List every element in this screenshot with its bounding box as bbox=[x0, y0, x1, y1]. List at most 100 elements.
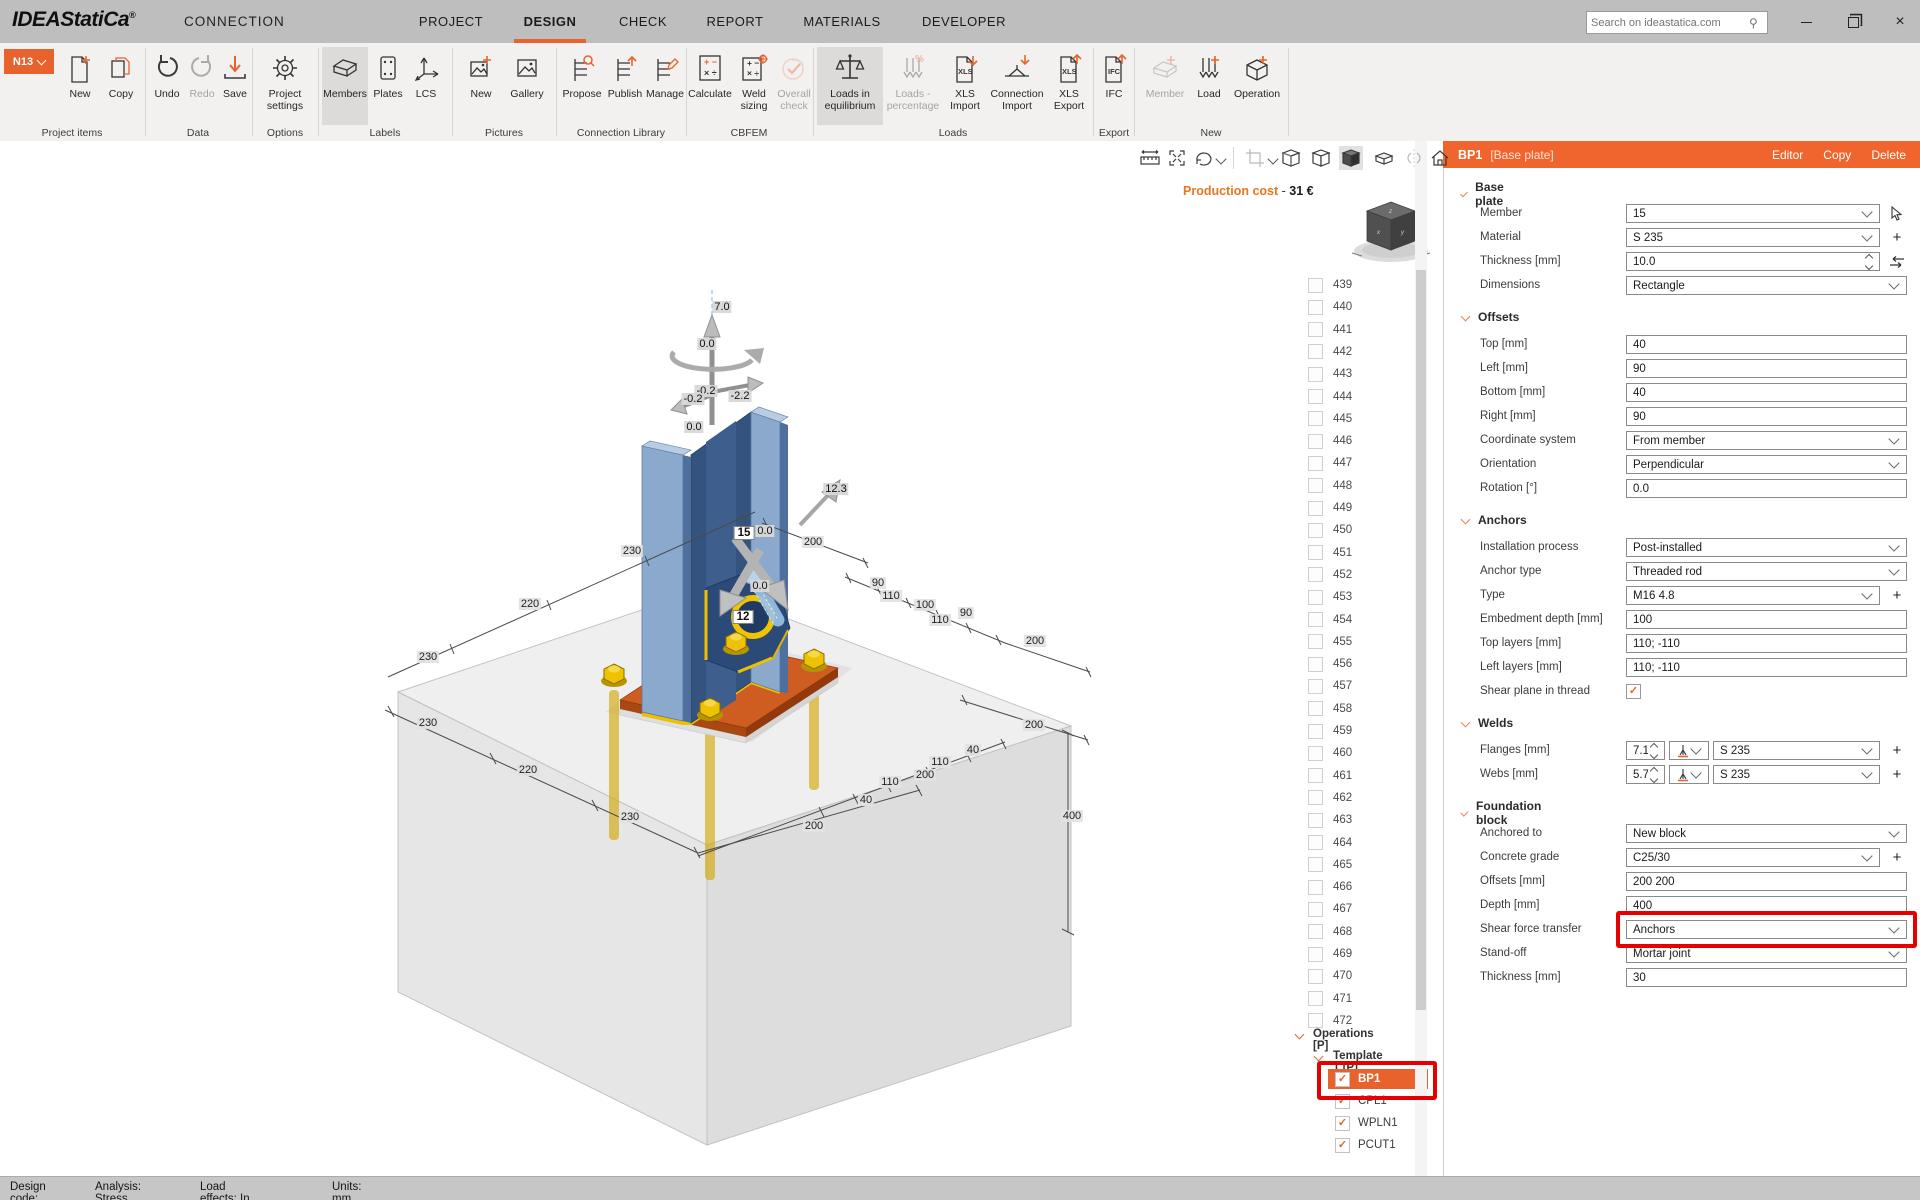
rotate-icon[interactable] bbox=[1191, 146, 1215, 170]
thickness-spin[interactable]: 10.0 bbox=[1626, 252, 1880, 271]
left-layers-input[interactable]: 110; -110 bbox=[1626, 658, 1907, 677]
load-case-checkbox[interactable] bbox=[1308, 768, 1323, 783]
load-case-checkbox[interactable] bbox=[1308, 434, 1323, 449]
ribbon-item-load[interactable]: Load bbox=[1189, 47, 1229, 125]
load-case-row[interactable]: 463 bbox=[1308, 810, 1408, 830]
section-view-icon[interactable] bbox=[1372, 146, 1396, 170]
section-anchors[interactable]: Anchors bbox=[1462, 513, 1527, 527]
add-icon[interactable]: + bbox=[1888, 586, 1906, 605]
load-case-row[interactable]: 455 bbox=[1308, 632, 1408, 652]
load-case-checkbox[interactable] bbox=[1308, 657, 1323, 672]
load-case-checkbox[interactable] bbox=[1308, 724, 1323, 739]
add-icon[interactable]: + bbox=[1888, 848, 1906, 867]
ribbon-item-undo[interactable]: Undo bbox=[150, 47, 184, 125]
cube-wireframe-icon[interactable] bbox=[1279, 146, 1303, 170]
shear-plane-in-thread-checkbox[interactable]: ✓ bbox=[1626, 684, 1641, 699]
search-input[interactable] bbox=[1587, 17, 1749, 29]
tree-item-pcut1[interactable]: ✓PCUT1 bbox=[1328, 1135, 1428, 1155]
load-case-row[interactable]: 457 bbox=[1308, 676, 1408, 696]
load-case-row[interactable]: 470 bbox=[1308, 966, 1408, 986]
material-select[interactable]: S 235 bbox=[1626, 228, 1880, 247]
load-case-row[interactable]: 453 bbox=[1308, 587, 1408, 607]
home-icon[interactable] bbox=[1428, 146, 1452, 170]
load-case-row[interactable]: 454 bbox=[1308, 610, 1408, 630]
load-case-row[interactable]: 441 bbox=[1308, 320, 1408, 340]
ribbon-item-members[interactable]: Members bbox=[322, 47, 368, 125]
load-case-row[interactable]: 452 bbox=[1308, 565, 1408, 585]
rotation-input[interactable]: 0.0 bbox=[1626, 479, 1907, 498]
section-foundation-block[interactable]: Foundation block bbox=[1462, 799, 1543, 827]
type-select[interactable]: M16 4.8 bbox=[1626, 586, 1880, 605]
ribbon-item-loads-in-equilibrium[interactable]: Loads in equilibrium bbox=[817, 47, 883, 125]
thickness-input[interactable]: 30 bbox=[1626, 968, 1907, 987]
load-case-checkbox[interactable] bbox=[1308, 478, 1323, 493]
ribbon-item-gallery[interactable]: Gallery bbox=[503, 47, 551, 125]
ribbon-item-copy[interactable]: Copy bbox=[101, 47, 141, 125]
add-icon[interactable]: + bbox=[1888, 765, 1906, 784]
ribbon-item-lcs[interactable]: LCS bbox=[408, 47, 444, 125]
section-collapse-chevron[interactable] bbox=[1461, 717, 1471, 727]
load-case-checkbox[interactable] bbox=[1308, 902, 1323, 917]
load-case-checkbox[interactable] bbox=[1308, 969, 1323, 984]
load-case-checkbox[interactable] bbox=[1308, 1013, 1323, 1028]
section-collapse-chevron[interactable] bbox=[1460, 189, 1468, 197]
load-case-checkbox[interactable] bbox=[1308, 300, 1323, 315]
load-case-row[interactable]: 443 bbox=[1308, 364, 1408, 384]
load-case-checkbox[interactable] bbox=[1308, 411, 1323, 426]
load-case-row[interactable]: 469 bbox=[1308, 944, 1408, 964]
zoom-fit-icon[interactable] bbox=[1165, 146, 1189, 170]
ribbon-item-project-settings[interactable]: Project settings bbox=[258, 47, 312, 125]
tab-materials[interactable]: MATERIALS bbox=[799, 0, 885, 43]
add-icon[interactable]: + bbox=[1888, 741, 1906, 760]
delete-operation-button[interactable]: Delete bbox=[1871, 148, 1906, 162]
load-case-checkbox[interactable] bbox=[1308, 991, 1323, 1006]
search-icon[interactable]: ⚲ bbox=[1749, 16, 1767, 30]
anchor-type-select[interactable]: Threaded rod bbox=[1626, 562, 1907, 581]
measure-icon[interactable] bbox=[1138, 146, 1162, 170]
ribbon-item-plates[interactable]: Plates bbox=[369, 47, 407, 125]
load-case-checkbox[interactable] bbox=[1308, 545, 1323, 560]
tab-report[interactable]: REPORT bbox=[703, 0, 767, 43]
load-case-row[interactable]: 439 bbox=[1308, 275, 1408, 295]
concrete-grade-select[interactable]: C25/30 bbox=[1626, 848, 1880, 867]
load-case-row[interactable]: 460 bbox=[1308, 743, 1408, 763]
pick-in-scene-icon[interactable] bbox=[1888, 204, 1906, 223]
list-scrollbar-thumb[interactable] bbox=[1416, 270, 1426, 1010]
load-case-row[interactable]: 442 bbox=[1308, 342, 1408, 362]
load-case-checkbox[interactable] bbox=[1308, 612, 1323, 627]
load-case-row[interactable]: 444 bbox=[1308, 387, 1408, 407]
load-case-checkbox[interactable] bbox=[1308, 456, 1323, 471]
load-case-checkbox[interactable] bbox=[1308, 813, 1323, 828]
load-case-checkbox[interactable] bbox=[1308, 790, 1323, 805]
editor-button[interactable]: Editor bbox=[1772, 148, 1803, 162]
load-case-row[interactable]: 458 bbox=[1308, 699, 1408, 719]
section-collapse-chevron[interactable] bbox=[1461, 514, 1471, 524]
load-case-row[interactable]: 459 bbox=[1308, 721, 1408, 741]
load-case-row[interactable]: 471 bbox=[1308, 989, 1408, 1009]
load-case-checkbox[interactable] bbox=[1308, 278, 1323, 293]
ribbon-item-new[interactable]: New bbox=[460, 47, 502, 125]
ribbon-item-manage[interactable]: Manage bbox=[645, 47, 685, 125]
tab-design[interactable]: DESIGN bbox=[512, 0, 588, 43]
ribbon-item-operation[interactable]: Operation bbox=[1229, 47, 1285, 125]
load-case-checkbox[interactable] bbox=[1308, 679, 1323, 694]
flanges-material-select[interactable]: S 235 bbox=[1713, 741, 1880, 760]
tab-check[interactable]: CHECK bbox=[616, 0, 670, 43]
operation-checkbox[interactable]: ✓ bbox=[1335, 1116, 1350, 1131]
load-case-checkbox[interactable] bbox=[1308, 322, 1323, 337]
bottom-input[interactable]: 40 bbox=[1626, 383, 1907, 402]
ribbon-item-connection-import[interactable]: Connection Import bbox=[987, 47, 1047, 125]
load-case-row[interactable]: 461 bbox=[1308, 766, 1408, 786]
load-case-checkbox[interactable] bbox=[1308, 523, 1323, 538]
project-selector-dropdown[interactable]: N13 bbox=[4, 49, 54, 74]
load-case-row[interactable]: 456 bbox=[1308, 654, 1408, 674]
load-case-checkbox[interactable] bbox=[1308, 567, 1323, 582]
model-3d[interactable] bbox=[300, 230, 1180, 1165]
ribbon-item-publish[interactable]: Publish bbox=[605, 47, 645, 125]
load-case-row[interactable]: 451 bbox=[1308, 543, 1408, 563]
load-case-checkbox[interactable] bbox=[1308, 344, 1323, 359]
load-case-checkbox[interactable] bbox=[1308, 746, 1323, 761]
flanges-weld-type-select[interactable] bbox=[1669, 741, 1709, 760]
load-case-checkbox[interactable] bbox=[1308, 947, 1323, 962]
ribbon-item-xls-import[interactable]: XLSXLS Import bbox=[944, 47, 986, 125]
